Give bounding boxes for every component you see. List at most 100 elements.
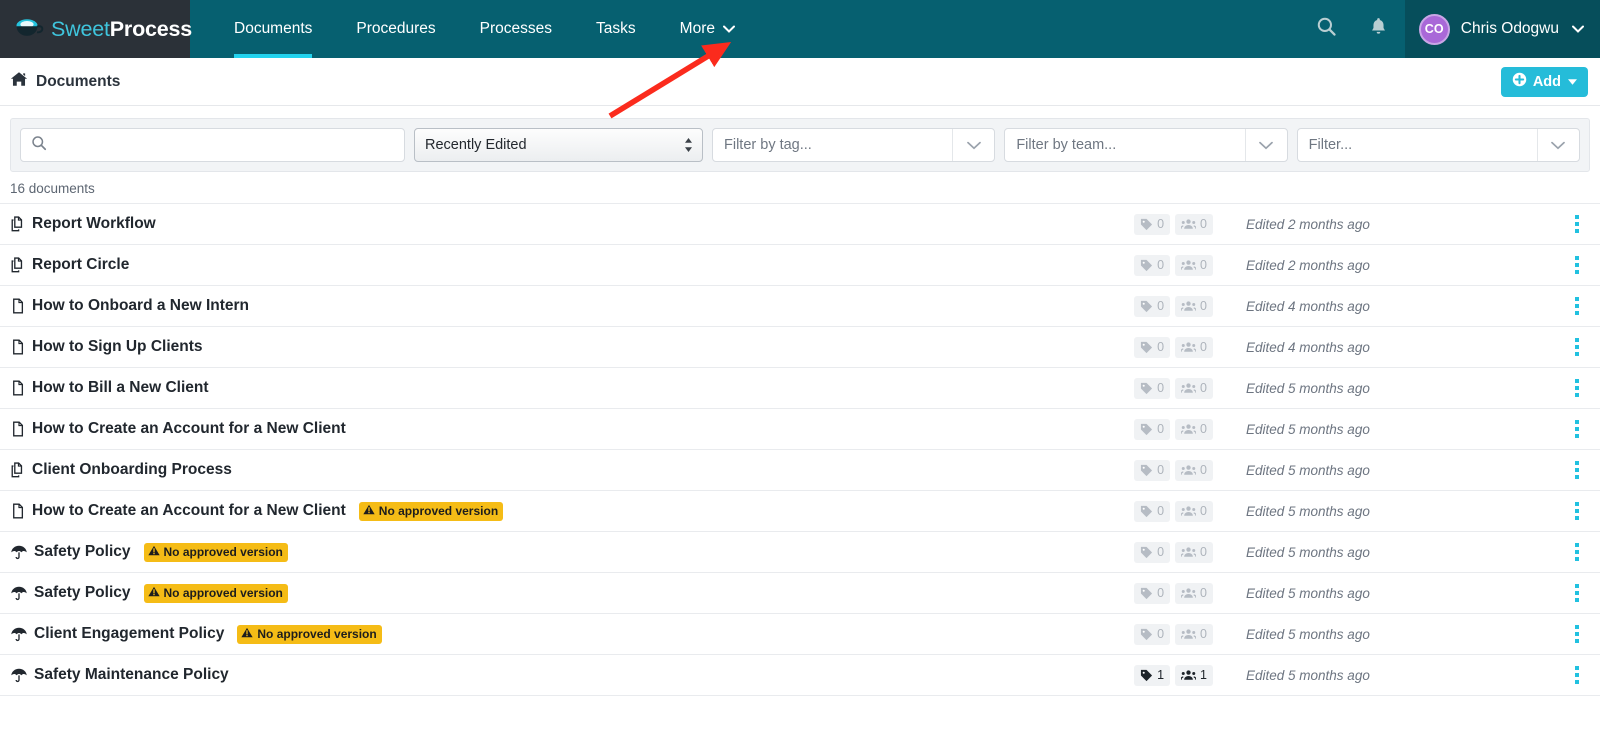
tag-count-pill[interactable]: 0 [1134, 254, 1171, 276]
row-actions-menu-button[interactable] [1564, 543, 1590, 561]
team-count-pill[interactable]: 0 [1175, 582, 1213, 604]
table-row[interactable]: Report Workflow 0 0 Edited 2 months ago [0, 204, 1600, 245]
team-count-value: 0 [1200, 381, 1207, 395]
tag-count-pill[interactable]: 0 [1134, 500, 1171, 522]
nav-item-documents[interactable]: Documents [212, 0, 334, 58]
document-title-link[interactable]: Client Engagement Policy No approved vers… [10, 624, 382, 644]
search-button[interactable] [1301, 0, 1353, 58]
row-actions-menu-button[interactable] [1564, 584, 1590, 602]
document-title-link[interactable]: Client Onboarding Process [10, 461, 232, 479]
team-count-pill[interactable]: 0 [1175, 377, 1213, 399]
search-input[interactable] [56, 137, 394, 153]
row-actions-menu-button[interactable] [1564, 379, 1590, 397]
search-field-wrapper[interactable] [20, 128, 405, 162]
tag-count-pill[interactable]: 0 [1134, 295, 1171, 317]
nav-item-more[interactable]: More [658, 0, 757, 58]
row-actions-menu-button[interactable] [1564, 297, 1590, 315]
tag-count-pill[interactable]: 0 [1134, 541, 1171, 563]
tag-icon [1140, 259, 1153, 272]
tag-count-pill[interactable]: 0 [1134, 213, 1171, 235]
team-count-pill[interactable]: 0 [1175, 418, 1213, 440]
tag-count-pill[interactable]: 0 [1134, 582, 1171, 604]
team-count-pill[interactable]: 0 [1175, 623, 1213, 645]
table-row[interactable]: How to Create an Account for a New Clien… [0, 409, 1600, 450]
table-row[interactable]: How to Sign Up Clients 0 0 Edited 4 months … [0, 327, 1600, 368]
team-count-pill[interactable]: 0 [1175, 254, 1213, 276]
table-row[interactable]: Safety Policy No approved version 0 0 Edited… [0, 573, 1600, 614]
team-icon [1181, 464, 1197, 476]
team-count-value: 0 [1200, 586, 1207, 600]
team-count-pill[interactable]: 0 [1175, 541, 1213, 563]
notifications-button[interactable] [1353, 0, 1405, 58]
nav-item-tasks[interactable]: Tasks [574, 0, 658, 58]
sort-select-value: Recently Edited [425, 137, 527, 153]
kebab-dot [1575, 584, 1579, 588]
document-title-link[interactable]: Safety Policy No approved version [10, 542, 288, 562]
document-title-link[interactable]: How to Create an Account for a New Clien… [10, 420, 346, 438]
kebab-dot [1575, 502, 1579, 506]
generic-filter-select[interactable]: Filter... [1296, 128, 1580, 162]
document-title-link[interactable]: Safety Maintenance Policy [10, 666, 229, 684]
sort-select[interactable]: Recently Edited [414, 128, 703, 162]
row-actions-menu-button[interactable] [1564, 420, 1590, 438]
team-icon [1181, 218, 1197, 230]
document-title-link[interactable]: How to Onboard a New Intern [10, 297, 249, 315]
breadcrumb[interactable]: Documents [10, 71, 120, 93]
row-actions-menu-button[interactable] [1564, 338, 1590, 356]
team-count-pill[interactable]: 0 [1175, 295, 1213, 317]
tag-count-pill[interactable]: 0 [1134, 418, 1171, 440]
status-badge: No approved version [237, 624, 382, 644]
kebab-dot [1575, 270, 1579, 274]
app-logo[interactable]: SweetProcess [0, 0, 192, 58]
edited-timestamp: Edited 2 months ago [1246, 216, 1370, 232]
team-count-pill[interactable]: 0 [1175, 459, 1213, 481]
status-badge: No approved version [143, 583, 288, 603]
nav-item-procedures[interactable]: Procedures [334, 0, 457, 58]
table-row[interactable]: How to Bill a New Client 0 0 Edited 5 month… [0, 368, 1600, 409]
team-icon [1181, 628, 1197, 640]
table-row[interactable]: Safety Policy No approved version 0 0 Edited… [0, 532, 1600, 573]
row-actions-menu-button[interactable] [1564, 215, 1590, 233]
document-title-text: How to Bill a New Client [32, 379, 209, 396]
add-button[interactable]: Add [1500, 66, 1588, 97]
top-navigation-bar: SweetProcess Documents Procedures Proces… [0, 0, 1600, 58]
tag-icon [1140, 341, 1153, 354]
document-title-link[interactable]: How to Create an Account for a New Clien… [10, 501, 504, 521]
team-count-pill[interactable]: 0 [1175, 500, 1213, 522]
tag-filter-select[interactable]: Filter by tag... [712, 128, 996, 162]
row-actions-menu-button[interactable] [1564, 461, 1590, 479]
table-row[interactable]: Safety Maintenance Policy 1 1 Edited 5 mont… [0, 655, 1600, 696]
document-title-link[interactable]: How to Sign Up Clients [10, 338, 203, 356]
table-row[interactable]: How to Create an Account for a New Clien… [0, 491, 1600, 532]
chevron-down-icon [1536, 129, 1579, 161]
warning-triangle-icon [363, 504, 375, 518]
team-count-pill[interactable]: 0 [1175, 213, 1213, 235]
edited-timestamp: Edited 5 months ago [1246, 544, 1370, 560]
row-actions-menu-button[interactable] [1564, 625, 1590, 643]
row-actions-menu-button[interactable] [1564, 502, 1590, 520]
kebab-dot [1575, 550, 1579, 554]
tag-count-pill[interactable]: 0 [1134, 459, 1171, 481]
user-menu[interactable]: CO Chris Odogwu [1404, 0, 1600, 58]
team-count-pill[interactable]: 1 [1175, 664, 1213, 686]
table-row[interactable]: Client Engagement Policy No approved vers… [0, 614, 1600, 655]
row-actions-menu-button[interactable] [1564, 256, 1590, 274]
tag-count-pill[interactable]: 0 [1134, 623, 1171, 645]
tag-count-pill[interactable]: 0 [1134, 377, 1171, 399]
tag-count-pill[interactable]: 0 [1134, 336, 1171, 358]
nav-item-processes[interactable]: Processes [458, 0, 574, 58]
document-title-link[interactable]: Safety Policy No approved version [10, 583, 288, 603]
tag-count-pill[interactable]: 1 [1134, 664, 1171, 686]
team-icon [1181, 423, 1197, 435]
warning-triangle-icon [147, 586, 160, 600]
document-title-link[interactable]: Report Workflow [10, 215, 156, 233]
document-title-link[interactable]: Report Circle [10, 256, 129, 274]
table-row[interactable]: How to Onboard a New Intern 0 0 Edited 4 mo… [0, 286, 1600, 327]
chevron-down-icon [723, 23, 735, 35]
team-filter-select[interactable]: Filter by team... [1004, 128, 1288, 162]
row-actions-menu-button[interactable] [1564, 666, 1590, 684]
table-row[interactable]: Report Circle 0 0 Edited 2 months ago [0, 245, 1600, 286]
team-count-pill[interactable]: 0 [1175, 336, 1213, 358]
table-row[interactable]: Client Onboarding Process 0 0 Edited 5 mont… [0, 450, 1600, 491]
document-title-link[interactable]: How to Bill a New Client [10, 379, 209, 397]
